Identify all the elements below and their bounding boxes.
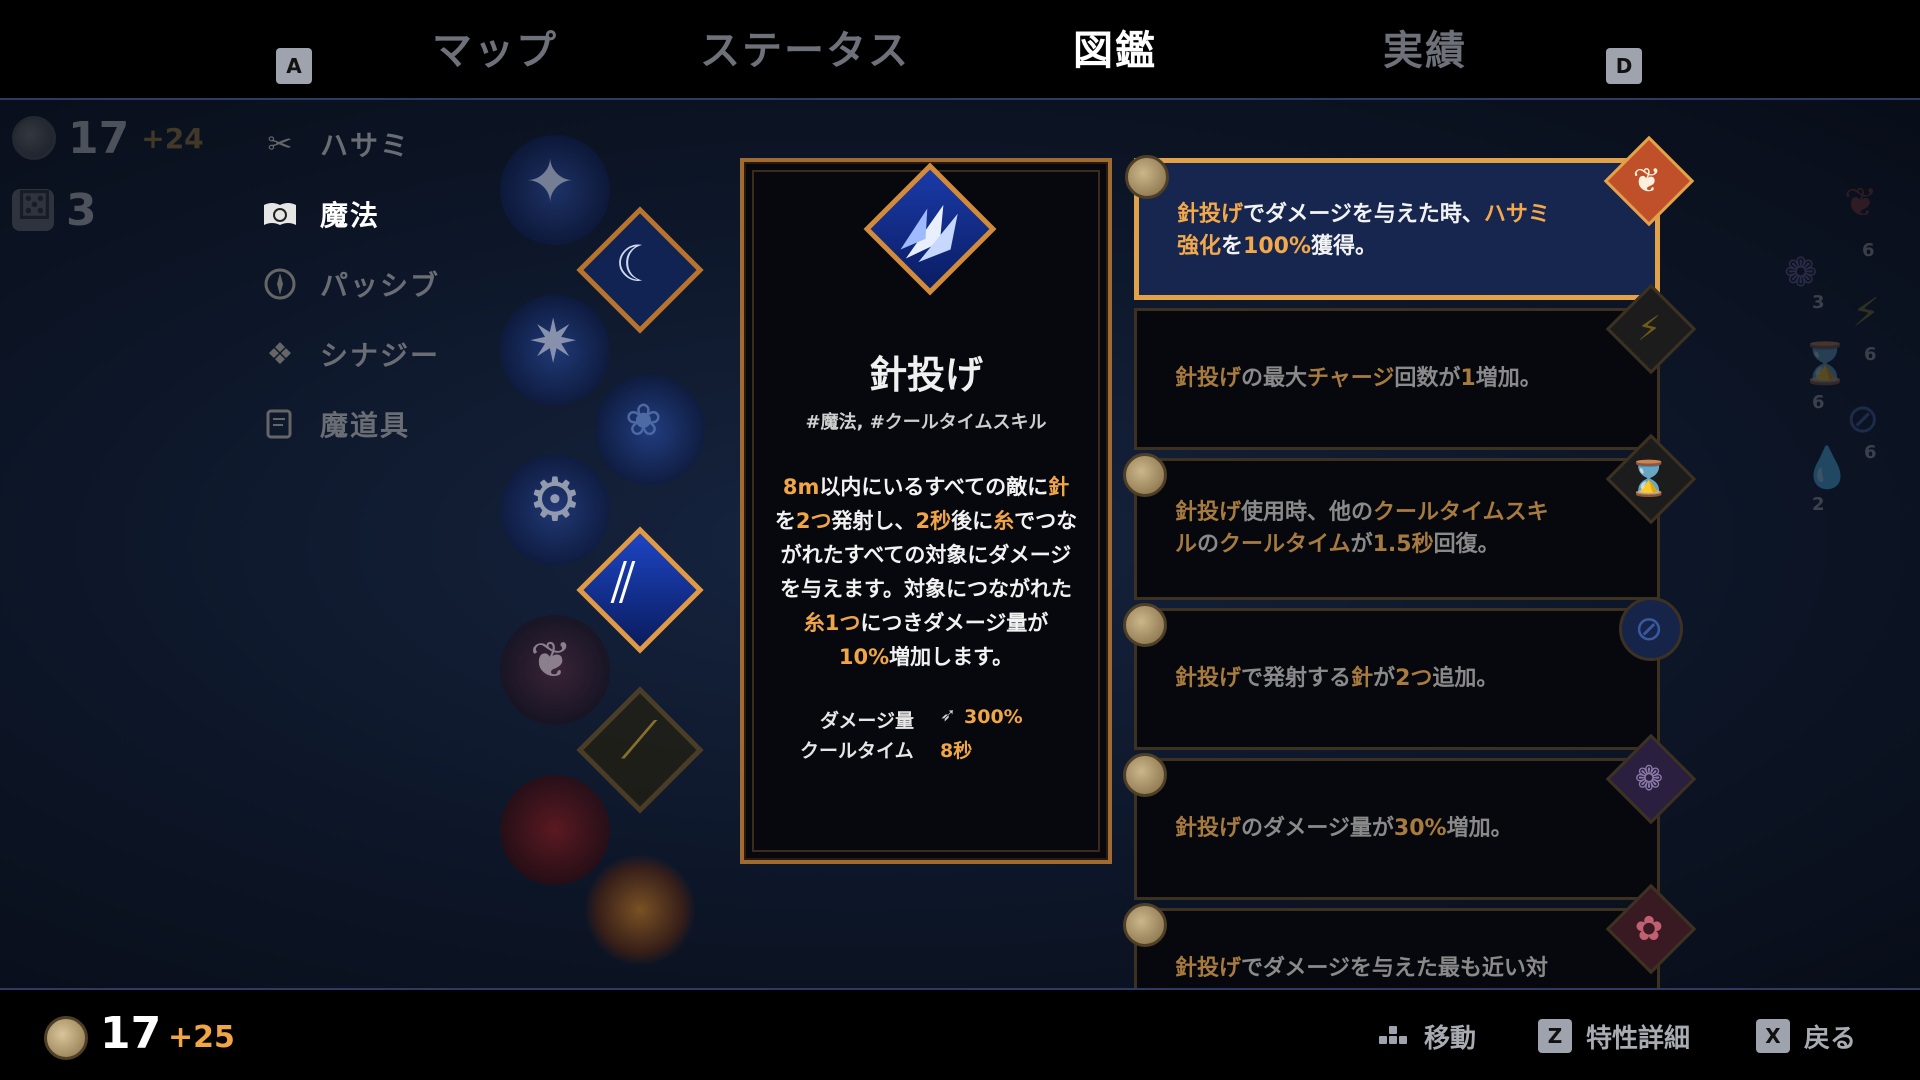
trait-coin-icon <box>1123 453 1167 497</box>
category-magic[interactable]: 魔法 <box>262 190 380 238</box>
tab-status[interactable]: ステータス <box>675 22 935 80</box>
side-count: 6 <box>1864 442 1877 463</box>
skill-tags: #魔法, #クールタイムスキル <box>805 412 1047 433</box>
scroll-icon <box>262 406 298 442</box>
tab-next-key[interactable]: D <box>1606 48 1642 84</box>
hourglass-icon: ⌛ <box>1627 459 1671 499</box>
coin-count: 17 <box>68 112 130 164</box>
scissors-icon: ✂ <box>267 126 293 162</box>
desc-line: 糸1つにつきダメージ量が <box>803 611 1049 635</box>
trait-coin-icon <box>1123 753 1167 797</box>
moth-icon: ❦ <box>1632 161 1662 201</box>
skill-fire-orb[interactable] <box>575 845 705 975</box>
side-count: 3 <box>1812 292 1825 313</box>
cooldown-label: クールタイム <box>800 740 914 762</box>
coin-icon <box>44 1016 88 1060</box>
trait-item-4[interactable]: 針投げで発射する針が2つ追加。 ⊘ <box>1123 597 1683 750</box>
coin-total: 17 <box>100 1008 162 1059</box>
category-passive[interactable]: パッシブ <box>262 260 440 308</box>
side-spool-icon: ⊘ <box>1846 396 1880 442</box>
trait-item-3[interactable]: 針投げ使用時、他のクールタイムスキ ルのクールタイムが1.5秒回復。 ⌛ <box>1123 433 1697 600</box>
tab-prev-key[interactable]: A <box>276 48 312 84</box>
damage-value: 300% <box>964 706 1023 728</box>
trait-item-6[interactable]: 針投げでダメージを与えた最も近い対 ✿ <box>1123 883 1697 988</box>
trait-coin-icon <box>1123 903 1167 947</box>
side-count: 6 <box>1812 392 1825 413</box>
bottom-bar: 17 +25 移動 Z 特性詳細 X 戻る <box>0 988 1920 1080</box>
side-count: 2 <box>1812 494 1825 515</box>
side-moth-icon: ❦ <box>1844 180 1878 226</box>
hint-move[interactable]: 移動 <box>1376 1016 1476 1056</box>
sakura-icon: ✿ <box>1634 909 1664 949</box>
trait-text: 針投げ使用時、他のクールタイムスキ ルのクールタイムが1.5秒回復。 <box>1175 500 1549 557</box>
skill-detail-card: 針投げ #魔法, #クールタイムスキル 8m以内にいるすべての敵に針 を2つ発射… <box>740 158 1112 864</box>
side-flower-icon: ❁ <box>1784 250 1818 296</box>
side-lightning-icon: ⚡ <box>1852 290 1881 336</box>
trait-text: 針投げでダメージを与えた最も近い対 <box>1175 956 1548 981</box>
category-scissors[interactable]: ✂ ハサミ <box>262 120 410 168</box>
coin-icon <box>12 116 56 160</box>
trait-text: 針投げの最大チャージ回数が1増加。 <box>1175 366 1542 391</box>
thread-spool-icon: ⊘ <box>1634 609 1664 649</box>
compass-icon <box>262 266 298 302</box>
dice-count: 3 <box>66 184 97 236</box>
tab-map[interactable]: マップ <box>365 22 625 80</box>
skill-description: 8m以内にいるすべての敵に針 を2つ発射し、2秒後に糸でつな がれたすべての対象… <box>766 470 1086 674</box>
category-magic-tools[interactable]: 魔道具 <box>262 400 410 448</box>
coin-gain: +24 <box>141 121 204 155</box>
dice-icon <box>12 183 54 231</box>
synergy-icon: ❖ <box>266 336 294 372</box>
desc-line: がれたすべての対象にダメージ <box>780 543 1072 567</box>
tab-encyclopedia[interactable]: 図鑑 <box>985 22 1245 80</box>
tab-achievements[interactable]: 実績 <box>1295 22 1555 80</box>
trait-text: 針投げで発射する針が2つ追加。 <box>1175 666 1499 691</box>
lightning-icon: ⚡ <box>1637 309 1661 349</box>
trait-item-5[interactable]: 針投げのダメージ量が30%増加。 ❁ <box>1123 733 1697 900</box>
trait-text: 針投げのダメージ量が30%増加。 <box>1175 816 1513 841</box>
flower-bud-icon: ❁ <box>1634 759 1664 799</box>
desc-line: 8m以内にいるすべての敵に針 <box>782 475 1070 499</box>
desc-line: を与えます。対象につながれた <box>780 577 1072 601</box>
desc-line: を2つ発射し、2秒後に糸でつな <box>774 509 1078 533</box>
spellbook-icon <box>262 196 298 232</box>
damage-label: ダメージ量 <box>820 710 915 732</box>
coin-gain: +25 <box>168 1020 235 1055</box>
side-count: 6 <box>1864 344 1877 365</box>
skill-title: 針投げ <box>868 353 983 397</box>
side-blood-icon: 💧 <box>1802 445 1852 491</box>
trait-coin-icon <box>1123 603 1167 647</box>
cooldown-value: 8秒 <box>940 740 973 762</box>
hint-back[interactable]: X 戻る <box>1756 1016 1856 1056</box>
trait-item-1[interactable]: 針投げでダメージを与えた時、ハサミ 強化を100%獲得。 ❦ <box>1125 135 1695 300</box>
trait-text: 針投げでダメージを与えた時、ハサミ 強化を100%獲得。 <box>1177 202 1550 259</box>
trait-item-2[interactable]: 針投げの最大チャージ回数が1増加。 ⚡ <box>1134 283 1697 450</box>
side-count: 6 <box>1862 240 1875 261</box>
x-key: X <box>1756 1019 1790 1053</box>
side-hourglass-icon: ⌛ <box>1800 341 1850 387</box>
top-tab-bar: A マップ ステータス 図鑑 実績 D <box>0 0 1920 100</box>
coin-resource: 17 +24 <box>12 108 204 168</box>
category-synergy[interactable]: ❖ シナジー <box>262 330 440 378</box>
dice-resource: 3 <box>12 180 97 240</box>
needle-small-icon: ➶ <box>940 704 956 726</box>
z-key: Z <box>1538 1019 1572 1053</box>
dpad-icon <box>1376 1019 1410 1053</box>
hint-trait-detail[interactable]: Z 特性詳細 <box>1538 1016 1690 1056</box>
desc-line: 10%増加します。 <box>838 645 1014 669</box>
trait-coin-icon <box>1125 155 1169 199</box>
